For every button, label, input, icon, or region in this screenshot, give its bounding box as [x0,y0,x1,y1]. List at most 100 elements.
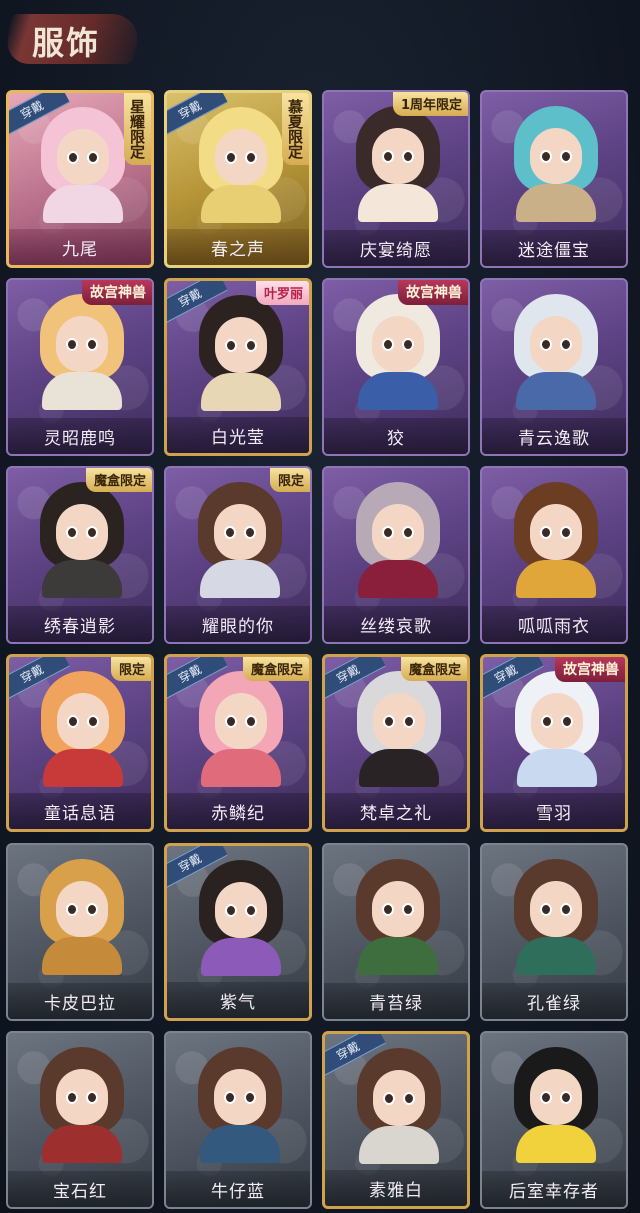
character-portrait [348,102,448,222]
costume-card[interactable]: 孔雀绿 [480,843,628,1021]
character-portrait [32,478,132,598]
character-portrait [348,290,448,410]
costume-card[interactable]: 魔盒限定 穿戴 梵卓之礼 [322,654,470,832]
costume-card[interactable]: 宝石红 [6,1031,154,1209]
costume-card[interactable]: 限定 耀眼的你 [164,466,312,644]
portrait-outfit [43,749,123,787]
costume-card[interactable]: 卡皮巴拉 [6,843,154,1021]
portrait-face [215,129,267,185]
limited-tag: 故宫神兽 [82,280,152,305]
costume-name: 牛仔蓝 [211,1181,265,1202]
costume-name-bar: 宝石红 [8,1171,152,1207]
portrait-face [56,316,108,372]
character-portrait [33,103,133,223]
limited-tag: 星耀限定 [124,93,151,165]
portrait-eye [561,715,573,728]
costume-card[interactable]: 1周年限定 庆宴绮愿 [322,90,470,268]
portrait-outfit [42,372,122,410]
costume-name: 紫气 [220,992,256,1013]
portrait-outfit [358,937,438,975]
portrait-outfit [201,373,281,411]
portrait-face [215,882,267,938]
limited-tag: 限定 [269,468,310,492]
costume-name: 狡 [387,428,405,449]
costume-card[interactable]: 青云逸歌 [480,278,628,456]
costume-name-bar: 春之声 [167,229,309,265]
costume-card[interactable]: 叶罗丽 穿戴 白光莹 [164,278,312,456]
limited-tag: 慕夏限定 [282,93,309,165]
portrait-eye [86,526,98,539]
costume-card[interactable]: 星耀限定 穿戴 九尾 [6,90,154,268]
character-portrait [506,855,606,975]
portrait-eye [225,339,237,352]
portrait-eye [244,526,256,539]
character-portrait [506,1043,606,1163]
costume-card[interactable]: 故宫神兽 灵昭鹿鸣 [6,278,154,456]
portrait-face [56,1069,108,1125]
costume-card[interactable]: 魔盒限定 绣春逍影 [6,466,154,644]
limited-tag: 限定 [110,657,151,681]
portrait-eye [382,526,394,539]
portrait-eye [540,1091,552,1104]
portrait-outfit [516,560,596,598]
portrait-eye [403,715,415,728]
costume-card[interactable]: 青苔绿 [322,843,470,1021]
costume-card[interactable]: 丝缕哀歌 [322,466,470,644]
portrait-face [530,1069,582,1125]
costume-name: 青云逸歌 [518,428,590,449]
costume-card[interactable]: 呱呱雨衣 [480,466,628,644]
character-portrait [506,478,606,598]
costume-name-bar: 绣春逍影 [8,606,152,642]
costume-card[interactable]: 穿戴 紫气 [164,843,312,1021]
costume-name-bar: 梵卓之礼 [325,793,467,829]
portrait-eye [560,526,572,539]
limited-tag: 魔盒限定 [400,657,467,681]
costume-card[interactable]: 穿戴 素雅白 [322,1031,470,1209]
costume-name: 庆宴绮愿 [360,240,432,261]
costume-card[interactable]: 限定 穿戴 童话息语 [6,654,154,832]
character-portrait [190,1043,290,1163]
costume-card[interactable]: 后室幸存者 [480,1031,628,1209]
portrait-eye [245,151,257,164]
portrait-face [215,317,267,373]
portrait-outfit [201,938,281,976]
costume-name-bar: 丝缕哀歌 [324,606,468,642]
limited-tag: 魔盒限定 [242,657,309,681]
portrait-face [530,316,582,372]
character-portrait [191,103,291,223]
portrait-eye [67,151,79,164]
character-portrait [33,667,133,787]
costume-name-bar: 青苔绿 [324,983,468,1019]
character-portrait [32,290,132,410]
costume-card[interactable]: 故宫神兽 穿戴 雪羽 [480,654,628,832]
portrait-eye [87,151,99,164]
costume-card[interactable]: 魔盒限定 穿戴 赤鳞纪 [164,654,312,832]
portrait-eye [225,904,237,917]
costume-name: 绣春逍影 [44,616,116,637]
character-portrait [32,855,132,975]
costume-card[interactable]: 牛仔蓝 [164,1031,312,1209]
portrait-outfit [517,749,597,787]
portrait-eye [382,903,394,916]
portrait-eye [402,526,414,539]
costume-card[interactable]: 迷途僵宝 [480,90,628,268]
costume-name: 九尾 [62,239,98,260]
character-portrait [191,856,291,976]
costume-name: 素雅白 [369,1180,423,1201]
costume-card[interactable]: 慕夏限定 穿戴 春之声 [164,90,312,268]
portrait-eye [540,338,552,351]
portrait-eye [560,903,572,916]
costume-name-bar: 庆宴绮愿 [324,230,468,266]
costume-name: 雪羽 [536,803,572,824]
costume-card[interactable]: 故宫神兽狡 [322,278,470,456]
portrait-eye [245,339,257,352]
portrait-eye [66,526,78,539]
character-portrait [349,1044,449,1164]
portrait-eye [402,150,414,163]
costume-name-bar: 卡皮巴拉 [8,983,152,1019]
portrait-outfit [42,560,122,598]
portrait-outfit [201,749,281,787]
portrait-face [530,881,582,937]
costume-name-bar: 呱呱雨衣 [482,606,626,642]
portrait-eye [86,903,98,916]
